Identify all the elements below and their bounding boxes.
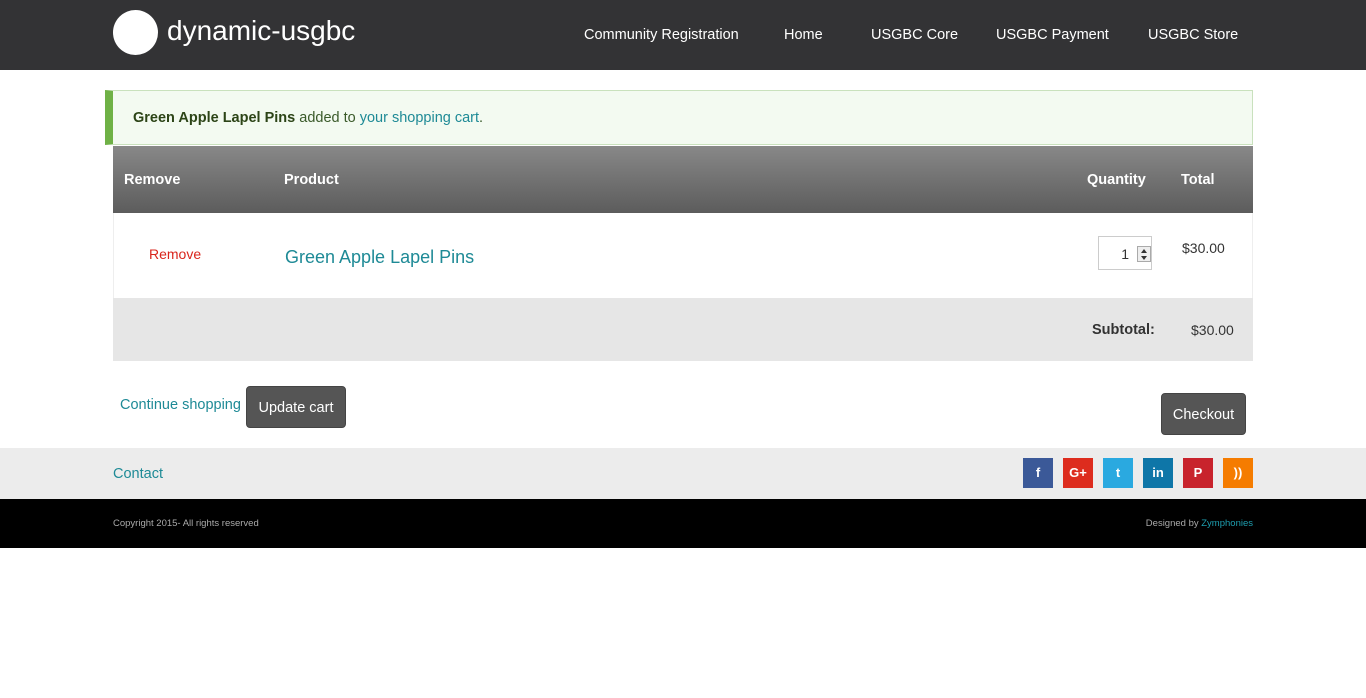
continue-shopping-link[interactable]: Continue shopping: [120, 395, 241, 415]
twitter-icon[interactable]: t: [1103, 458, 1133, 488]
quantity-value[interactable]: 1: [1099, 244, 1129, 264]
quantity-stepper[interactable]: 1: [1098, 236, 1152, 270]
nav-item-home[interactable]: Home: [784, 25, 823, 45]
google-plus-icon[interactable]: G+: [1063, 458, 1093, 488]
nav-item-usgbc-payment[interactable]: USGBC Payment: [996, 25, 1109, 45]
facebook-icon[interactable]: f: [1023, 458, 1053, 488]
subtotal-label: Subtotal:: [1092, 322, 1155, 338]
update-cart-button[interactable]: Update cart: [246, 386, 346, 428]
remove-item-link[interactable]: Remove: [149, 244, 201, 264]
nav-item-community-registration[interactable]: Community Registration: [584, 25, 739, 45]
rss-icon[interactable]: )): [1223, 458, 1253, 488]
nav-item-usgbc-core[interactable]: USGBC Core: [871, 25, 958, 45]
site-header: dynamic-usgbc Community Registration Hom…: [0, 0, 1366, 70]
contact-link[interactable]: Contact: [113, 464, 163, 484]
designed-by-label: Designed by: [1145, 518, 1202, 529]
designed-by: Designed by Zymphonies: [1146, 517, 1253, 531]
checkout-button[interactable]: Checkout: [1161, 393, 1246, 435]
site-logo[interactable]: [113, 10, 158, 55]
header-product: Product: [284, 172, 339, 188]
copyright-bar: Copyright 2015- All rights reserved Desi…: [0, 499, 1366, 548]
linkedin-icon[interactable]: in: [1143, 458, 1173, 488]
status-message-text: Green Apple Lapel Pins added to your sho…: [133, 108, 483, 128]
spin-up-icon[interactable]: [1141, 249, 1147, 253]
quantity-spinner[interactable]: [1137, 246, 1151, 262]
message-product: Green Apple Lapel Pins: [133, 110, 296, 126]
header-total: Total: [1181, 172, 1215, 188]
message-middle: added to: [295, 110, 360, 126]
nav-item-usgbc-store[interactable]: USGBC Store: [1148, 25, 1238, 45]
product-link[interactable]: Green Apple Lapel Pins: [285, 245, 474, 269]
footer: Contact f G+ t in P )): [0, 448, 1366, 499]
pinterest-icon[interactable]: P: [1183, 458, 1213, 488]
spin-down-icon[interactable]: [1141, 256, 1147, 260]
site-name[interactable]: dynamic-usgbc: [167, 14, 355, 48]
table-row: Remove Green Apple Lapel Pins 1 $30.00: [113, 213, 1253, 298]
cart-subtotal-row: Subtotal: $30.00: [113, 298, 1253, 361]
header-quantity: Quantity: [1087, 172, 1146, 188]
item-total: $30.00: [1182, 240, 1225, 256]
message-end: .: [479, 110, 484, 126]
cart-table-header: Remove Product Quantity Total: [113, 146, 1253, 213]
shopping-cart-link[interactable]: your shopping cart: [360, 110, 479, 126]
copyright-text: Copyright 2015- All rights reserved: [113, 518, 259, 529]
status-message: Green Apple Lapel Pins added to your sho…: [105, 90, 1253, 145]
header-remove: Remove: [124, 172, 181, 188]
subtotal-value: $30.00: [1191, 322, 1234, 338]
designer-link[interactable]: Zymphonies: [1201, 518, 1253, 529]
